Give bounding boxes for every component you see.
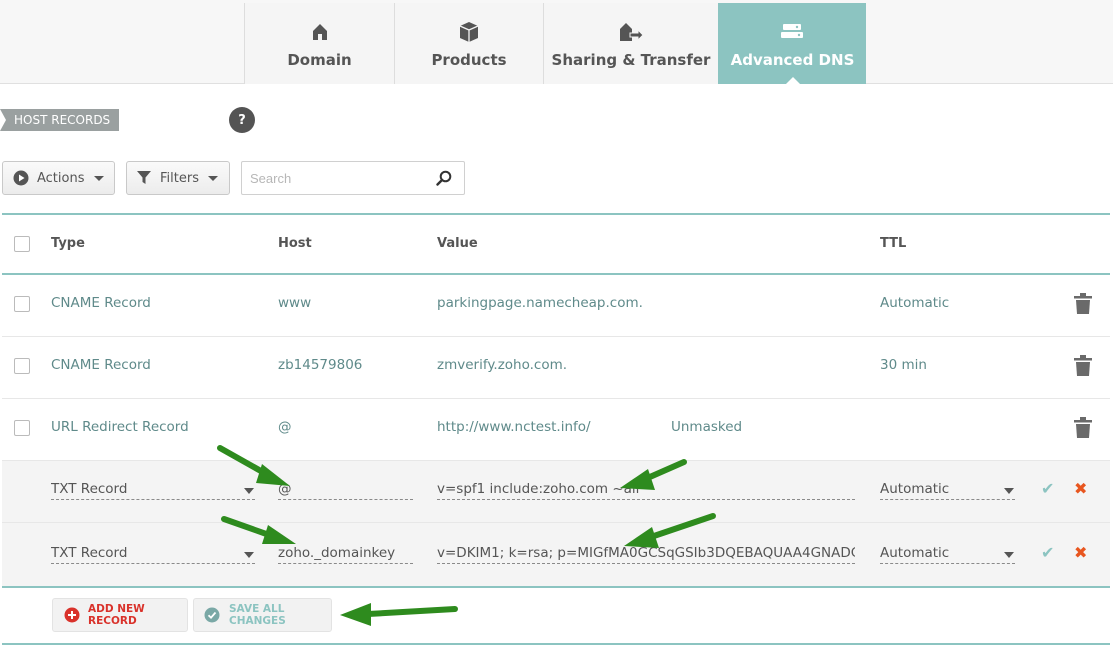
annotation-arrows (217, 445, 716, 626)
arrow-annotation (221, 516, 296, 544)
arrow-annotation (620, 459, 687, 490)
arrow-annotation (624, 513, 716, 548)
arrow-annotation (340, 603, 458, 626)
arrow-annotation (217, 445, 290, 486)
